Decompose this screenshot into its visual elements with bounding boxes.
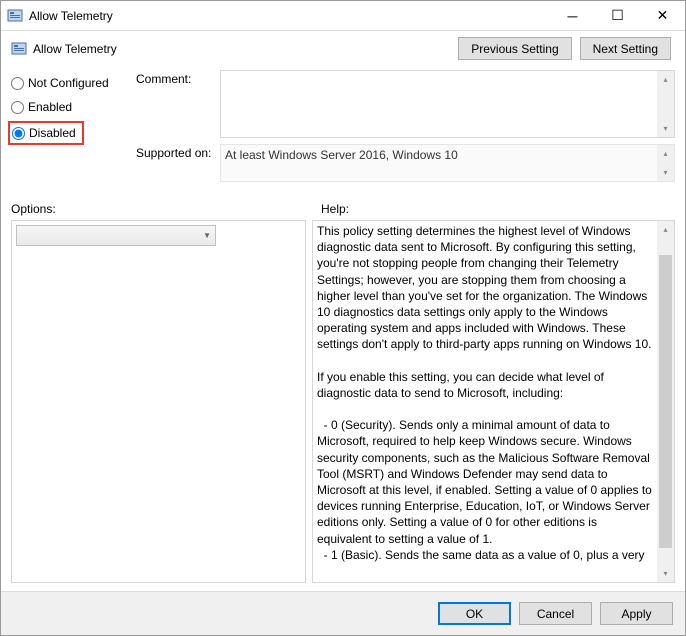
radio-not-configured-label: Not Configured xyxy=(28,76,109,90)
help-pane: This policy setting determines the highe… xyxy=(312,220,675,583)
scroll-thumb[interactable] xyxy=(659,255,672,548)
chevron-down-icon: ▼ xyxy=(203,231,211,240)
options-section-label: Options: xyxy=(11,202,321,216)
policy-title: Allow Telemetry xyxy=(33,42,458,56)
header-row: Allow Telemetry Previous Setting Next Se… xyxy=(1,31,685,70)
help-text: This policy setting determines the highe… xyxy=(313,221,657,582)
app-icon xyxy=(7,8,23,24)
ok-button[interactable]: OK xyxy=(438,602,511,625)
scroll-down-icon[interactable]: ▾ xyxy=(657,120,674,137)
radio-not-configured[interactable]: Not Configured xyxy=(11,76,126,90)
scroll-down-icon[interactable]: ▾ xyxy=(657,565,674,582)
options-dropdown[interactable]: ▼ xyxy=(16,225,216,246)
cancel-button[interactable]: Cancel xyxy=(519,602,592,625)
options-pane: ▼ xyxy=(11,220,306,583)
minimize-button[interactable]: ─ xyxy=(550,1,595,30)
scroll-down-icon[interactable]: ▾ xyxy=(657,164,674,181)
policy-editor-window: Allow Telemetry ─ ☐ ✕ Allow Telemetry Pr… xyxy=(0,0,686,636)
close-button[interactable]: ✕ xyxy=(640,1,685,30)
previous-setting-button[interactable]: Previous Setting xyxy=(458,37,571,60)
radio-disabled-input[interactable] xyxy=(12,127,25,140)
supported-value: At least Windows Server 2016, Windows 10 xyxy=(225,148,670,162)
radio-not-configured-input[interactable] xyxy=(11,77,24,90)
help-section-label: Help: xyxy=(321,202,675,216)
supported-label: Supported on: xyxy=(136,144,220,160)
window-title: Allow Telemetry xyxy=(29,9,550,23)
scroll-up-icon[interactable]: ▴ xyxy=(657,221,674,238)
maximize-button[interactable]: ☐ xyxy=(595,1,640,30)
comment-input[interactable] xyxy=(221,71,657,137)
radio-disabled-highlight: Disabled xyxy=(8,121,84,145)
comment-box: ▴ ▾ xyxy=(220,70,675,138)
titlebar: Allow Telemetry ─ ☐ ✕ xyxy=(1,1,685,31)
dialog-footer: OK Cancel Apply xyxy=(1,591,685,635)
supported-scrollbar[interactable]: ▴ ▾ xyxy=(657,145,674,181)
apply-button[interactable]: Apply xyxy=(600,602,673,625)
help-scrollbar[interactable]: ▴ ▾ xyxy=(657,221,674,582)
scroll-up-icon[interactable]: ▴ xyxy=(657,71,674,88)
comment-scrollbar[interactable]: ▴ ▾ xyxy=(657,71,674,137)
radio-disabled[interactable]: Disabled xyxy=(12,126,76,140)
supported-box: At least Windows Server 2016, Windows 10… xyxy=(220,144,675,182)
state-radios: Not Configured Enabled Disabled xyxy=(11,70,126,188)
scroll-up-icon[interactable]: ▴ xyxy=(657,145,674,162)
radio-enabled-label: Enabled xyxy=(28,100,72,114)
policy-icon xyxy=(11,41,27,57)
radio-enabled[interactable]: Enabled xyxy=(11,100,126,114)
window-controls: ─ ☐ ✕ xyxy=(550,1,685,30)
radio-disabled-label: Disabled xyxy=(29,126,76,140)
next-setting-button[interactable]: Next Setting xyxy=(580,37,671,60)
comment-label: Comment: xyxy=(136,70,220,86)
radio-enabled-input[interactable] xyxy=(11,101,24,114)
